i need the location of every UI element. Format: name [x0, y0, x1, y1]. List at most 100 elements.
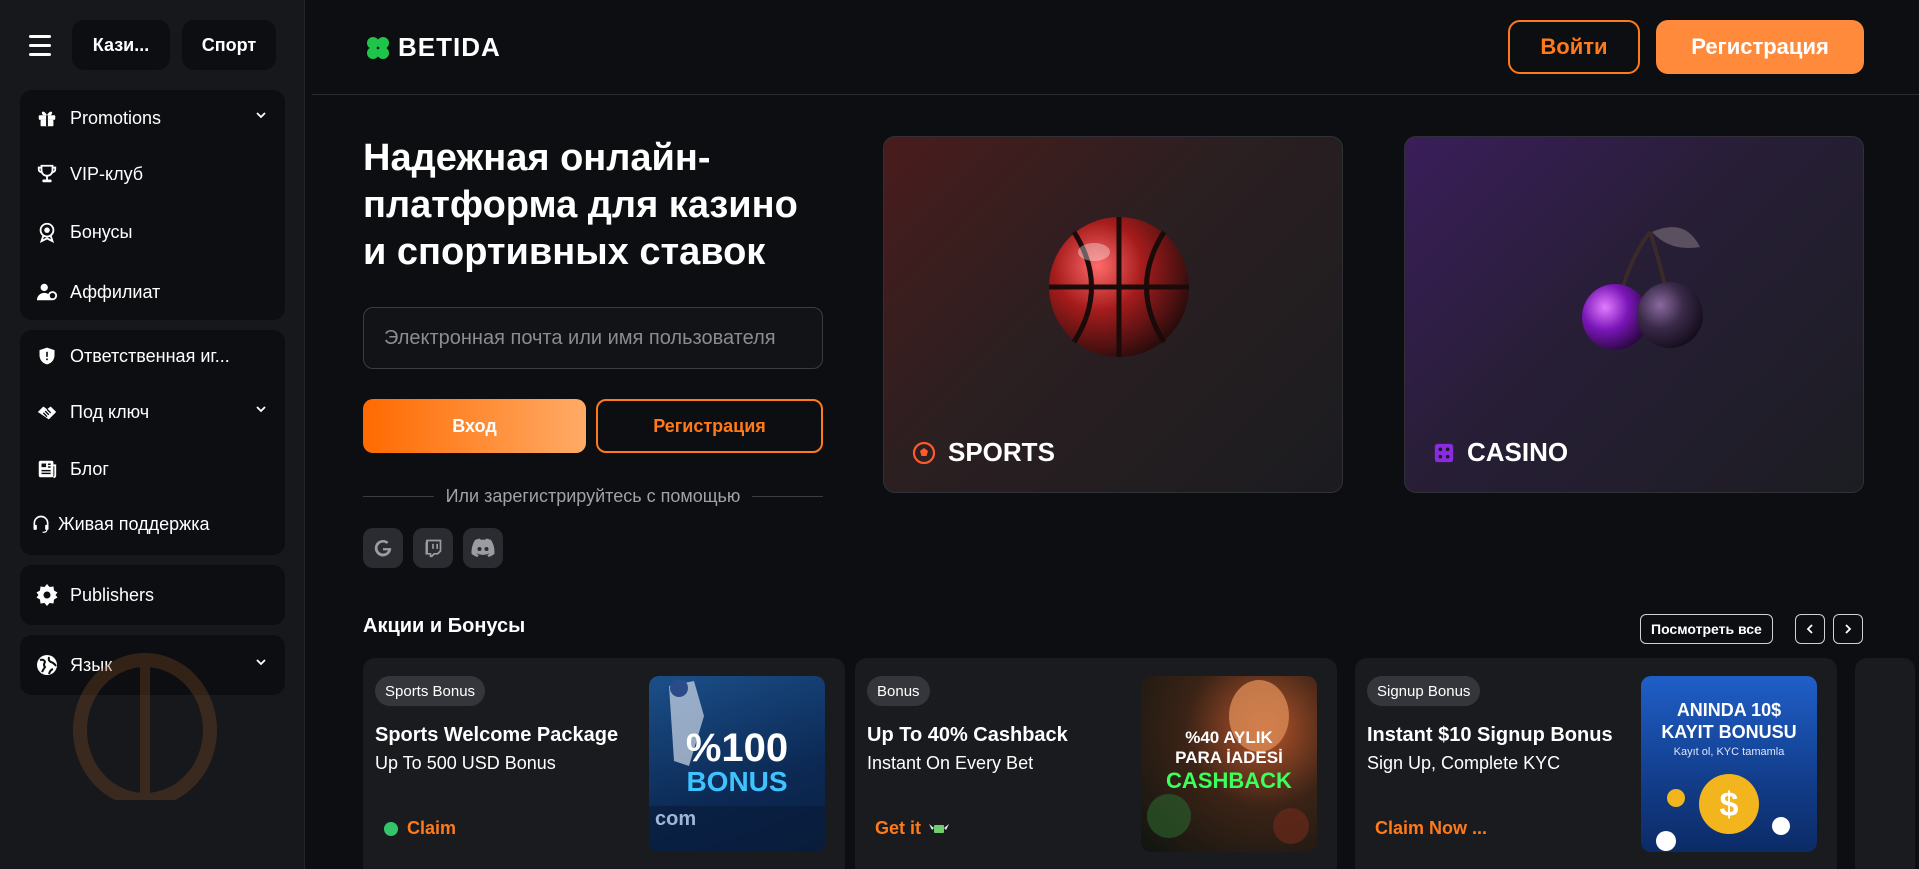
promo-image-text: ANINDA 10$ [1676, 700, 1782, 720]
football-icon [912, 441, 936, 464]
sidebar-item-affiliate[interactable]: Аффилиат [20, 270, 285, 314]
handshake-icon [34, 399, 60, 425]
promo-image: %40 AYLIK PARA İADESİ CASHBACK [1141, 676, 1317, 852]
promo-title: Instant $10 Signup Bonus [1367, 724, 1613, 746]
dice-icon [1434, 443, 1454, 462]
sidebar-item-live-support[interactable]: Живая поддержка [20, 502, 285, 546]
casino-label: CASINO [1467, 437, 1569, 467]
promo-image-text: BONUS [686, 766, 788, 797]
sidebar-item-publishers[interactable]: Publishers [20, 573, 285, 617]
promo-subtitle: Instant On Every Bet [867, 753, 1034, 773]
login-button[interactable]: Войти [1508, 20, 1640, 74]
promo-card[interactable]: Signup Bonus Instant $10 Signup Bonus Si… [1355, 658, 1837, 869]
social-login-list [363, 528, 503, 568]
promo-image-text: %40 AYLIK [1185, 728, 1273, 747]
casino-category-label: CASINO [1433, 437, 1568, 468]
username-input[interactable] [363, 307, 823, 369]
promo-claim-button[interactable]: Get it [875, 818, 950, 839]
sidebar-item-label: Блог [70, 458, 109, 479]
sidebar-item-label: Publishers [70, 584, 155, 605]
promo-claim-button[interactable]: Claim [383, 818, 456, 839]
sidebar-item-label: Promotions [70, 107, 162, 128]
promo-title: Up To 40% Cashback [867, 724, 1068, 746]
tab-sport[interactable]: Спорт [182, 20, 276, 70]
carousel-next-button[interactable] [1833, 614, 1863, 644]
basketball-icon [1049, 217, 1189, 357]
sports-category-label: SPORTS [912, 437, 1055, 468]
menu-icon[interactable] [20, 25, 60, 65]
sidebar-item-bonuses[interactable]: Бонусы [20, 210, 285, 254]
enter-button[interactable]: Вход [363, 399, 586, 453]
see-all-button[interactable]: Посмотреть все [1640, 614, 1773, 644]
chevron-down-icon [256, 659, 266, 666]
sidebar: Кази... Спорт Promotions VIP-клуб Бонусы [0, 0, 305, 869]
promo-claim-button[interactable]: Claim Now ... [1375, 818, 1487, 839]
promo-title: Sports Welcome Package [375, 724, 619, 746]
chevron-down-icon [256, 112, 266, 119]
google-icon[interactable] [363, 528, 403, 568]
social-divider: Или зарегистрируйтесь с помощью [363, 484, 823, 508]
newspaper-icon [34, 456, 60, 482]
basketball-watermark-icon [73, 653, 217, 800]
green-dot-icon [384, 821, 398, 836]
social-divider-text: Или зарегистрируйтесь с помощью [445, 485, 741, 506]
sidebar-item-label: Бонусы [70, 221, 133, 242]
promo-cta-label: Claim Now ... [1375, 818, 1488, 838]
promo-badge: Signup Bonus [1367, 676, 1481, 706]
promo-badge: Bonus [867, 676, 930, 706]
sidebar-item-blog[interactable]: Блог [20, 447, 285, 491]
sidebar-group-secondary: Ответственная иг... Под ключ Блог Живая … [20, 330, 285, 555]
promo-subtitle: Up To 500 USD Bonus [375, 753, 556, 773]
promo-cta-label: Claim [407, 818, 457, 838]
promo-card[interactable]: Sports Bonus Sports Welcome Package Up T… [363, 658, 845, 869]
sidebar-item-label: VIP-клуб [70, 163, 144, 184]
sidebar-item-vip[interactable]: VIP-клуб [20, 152, 285, 196]
clover-icon [367, 36, 389, 59]
sidebar-item-label: Живая поддержка [58, 513, 210, 534]
hero-register-button[interactable]: Регистрация [596, 399, 823, 453]
promo-image-text: CASHBACK [1166, 768, 1292, 793]
trophy-icon [34, 161, 60, 187]
sidebar-group-publishers: Publishers [20, 565, 285, 625]
promo-badge: Sports Bonus [375, 676, 486, 706]
promo-image-text: com [655, 808, 697, 830]
carousel-prev-button[interactable] [1795, 614, 1825, 644]
register-button[interactable]: Регистрация [1656, 20, 1864, 74]
gift-icon [34, 105, 60, 131]
discord-icon[interactable] [463, 528, 503, 568]
hero-title: Надежная онлайн-платформа для казино и с… [363, 137, 798, 273]
promotions-title: Акции и Бонусы [363, 615, 526, 637]
headset-icon [28, 511, 54, 537]
promo-image: %100 BONUS com [649, 676, 825, 852]
sidebar-top: Кази... Спорт [20, 20, 284, 70]
tab-casino[interactable]: Кази... [72, 20, 170, 70]
sidebar-item-responsible-gaming[interactable]: Ответственная иг... [20, 334, 285, 378]
badge-icon [34, 219, 60, 245]
promo-image-text: %100 [685, 726, 789, 770]
cherries-icon [1582, 227, 1703, 350]
promo-card[interactable]: Bonus Up To 40% Cashback Instant On Ever… [855, 658, 1337, 869]
sports-category-card[interactable]: SPORTS [883, 136, 1343, 493]
brand-logo[interactable]: BETIDA [364, 32, 501, 63]
casino-category-card[interactable]: CASINO [1404, 136, 1864, 493]
sidebar-item-label: Ответственная иг... [70, 345, 230, 366]
promo-cta-label: Get it [875, 818, 922, 838]
money-wings-icon [929, 823, 950, 833]
promo-card-partial[interactable] [1855, 658, 1915, 869]
top-header: BETIDA Войти Регистрация [312, 0, 1919, 95]
sidebar-item-promotions[interactable]: Promotions [20, 96, 285, 140]
promo-image: $ ANINDA 10$ KAYIT BONUSU Kayıt ol, KYC … [1641, 676, 1817, 852]
chevron-right-icon [1845, 624, 1852, 634]
twitch-icon[interactable] [413, 528, 453, 568]
gear-icon [34, 582, 60, 608]
promo-image-text: PARA İADESİ [1175, 748, 1283, 767]
globe-icon [34, 652, 60, 678]
sidebar-item-label: Аффилиат [70, 281, 161, 302]
promo-subtitle: Sign Up, Complete KYC [1367, 753, 1561, 773]
shield-icon [34, 343, 60, 369]
sidebar-item-turnkey[interactable]: Под ключ [20, 390, 285, 434]
logo-text: BETIDA [398, 32, 501, 62]
promo-image-text: KAYIT BONUSU [1661, 722, 1797, 742]
svg-text:$: $ [1720, 786, 1739, 824]
sidebar-group-main: Promotions VIP-клуб Бонусы Аффилиат [20, 90, 285, 320]
